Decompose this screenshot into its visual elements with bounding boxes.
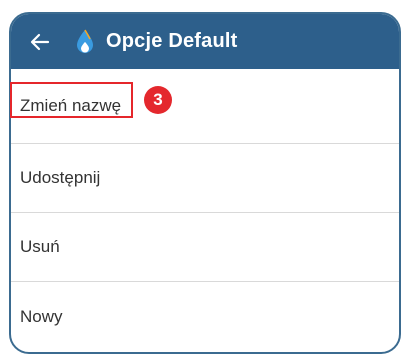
step-badge: 3 [144,86,172,114]
menu-item-share[interactable]: Udostępnij [11,144,399,213]
menu-item-label: Nowy [20,306,63,326]
options-list: Zmień nazwę Udostępnij Usuń Nowy [11,69,399,351]
phone-screen: Opcje Default Zmień nazwę Udostępnij Usu… [9,12,401,354]
page-title: Opcje Default [106,30,238,52]
menu-item-label: Zmień nazwę [20,96,122,115]
menu-item-rename[interactable]: Zmień nazwę [11,69,399,144]
arrow-left-icon [30,33,50,50]
menu-item-new[interactable]: Nowy [11,282,399,351]
menu-item-label: Usuń [20,237,60,256]
back-button[interactable] [27,29,53,55]
app-bar: Opcje Default [11,14,399,69]
water-drop-icon [74,29,96,55]
menu-item-label: Udostępnij [20,168,101,187]
menu-item-delete[interactable]: Usuń [11,213,399,282]
